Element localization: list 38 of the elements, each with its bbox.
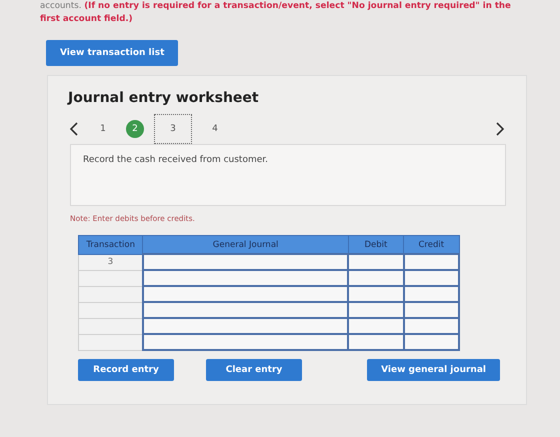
transaction-cell: [78, 286, 143, 302]
debit-field[interactable]: [348, 334, 404, 350]
credit-field[interactable]: [404, 302, 459, 318]
credit-field[interactable]: [404, 318, 459, 334]
transaction-cell: 3: [78, 254, 143, 270]
transaction-cell: [78, 318, 143, 334]
debit-field[interactable]: [348, 286, 404, 302]
view-general-journal-button[interactable]: View general journal: [367, 359, 500, 381]
account-field[interactable]: [142, 254, 348, 270]
account-field[interactable]: [142, 286, 348, 302]
view-transaction-list-button[interactable]: View transaction list: [46, 40, 178, 66]
column-header: General Journal: [142, 236, 348, 254]
column-header: Credit: [404, 236, 459, 254]
account-field[interactable]: [142, 302, 348, 318]
prompt-text: Record the cash received from customer.: [70, 144, 506, 206]
transaction-cell: [78, 302, 143, 318]
step-tab[interactable]: 1: [90, 118, 116, 140]
debit-field[interactable]: [348, 254, 404, 270]
column-header: Debit: [348, 236, 404, 254]
clear-entry-button[interactable]: Clear entry: [206, 359, 302, 381]
credit-field[interactable]: [404, 334, 459, 350]
worksheet-title: Journal entry worksheet: [68, 90, 260, 106]
step-tab[interactable]: 4: [202, 118, 228, 140]
record-entry-button[interactable]: Record entry: [78, 359, 174, 381]
credit-field[interactable]: [404, 270, 459, 286]
debit-field[interactable]: [348, 270, 404, 286]
account-field[interactable]: [142, 334, 348, 350]
instruction-text: accounts. (If no entry is required for a transaction/event, select "No journal entry required" in the first account field.): [40, 0, 512, 26]
step-tab[interactable]: 2: [126, 120, 144, 138]
transaction-cell: [78, 334, 143, 350]
debit-field[interactable]: [348, 302, 404, 318]
credit-field[interactable]: [404, 254, 459, 270]
credit-field[interactable]: [404, 286, 459, 302]
account-field[interactable]: [142, 318, 348, 334]
account-field[interactable]: [142, 270, 348, 286]
column-header: Transaction: [78, 236, 143, 254]
transaction-cell: [78, 270, 143, 286]
debit-field[interactable]: [348, 318, 404, 334]
